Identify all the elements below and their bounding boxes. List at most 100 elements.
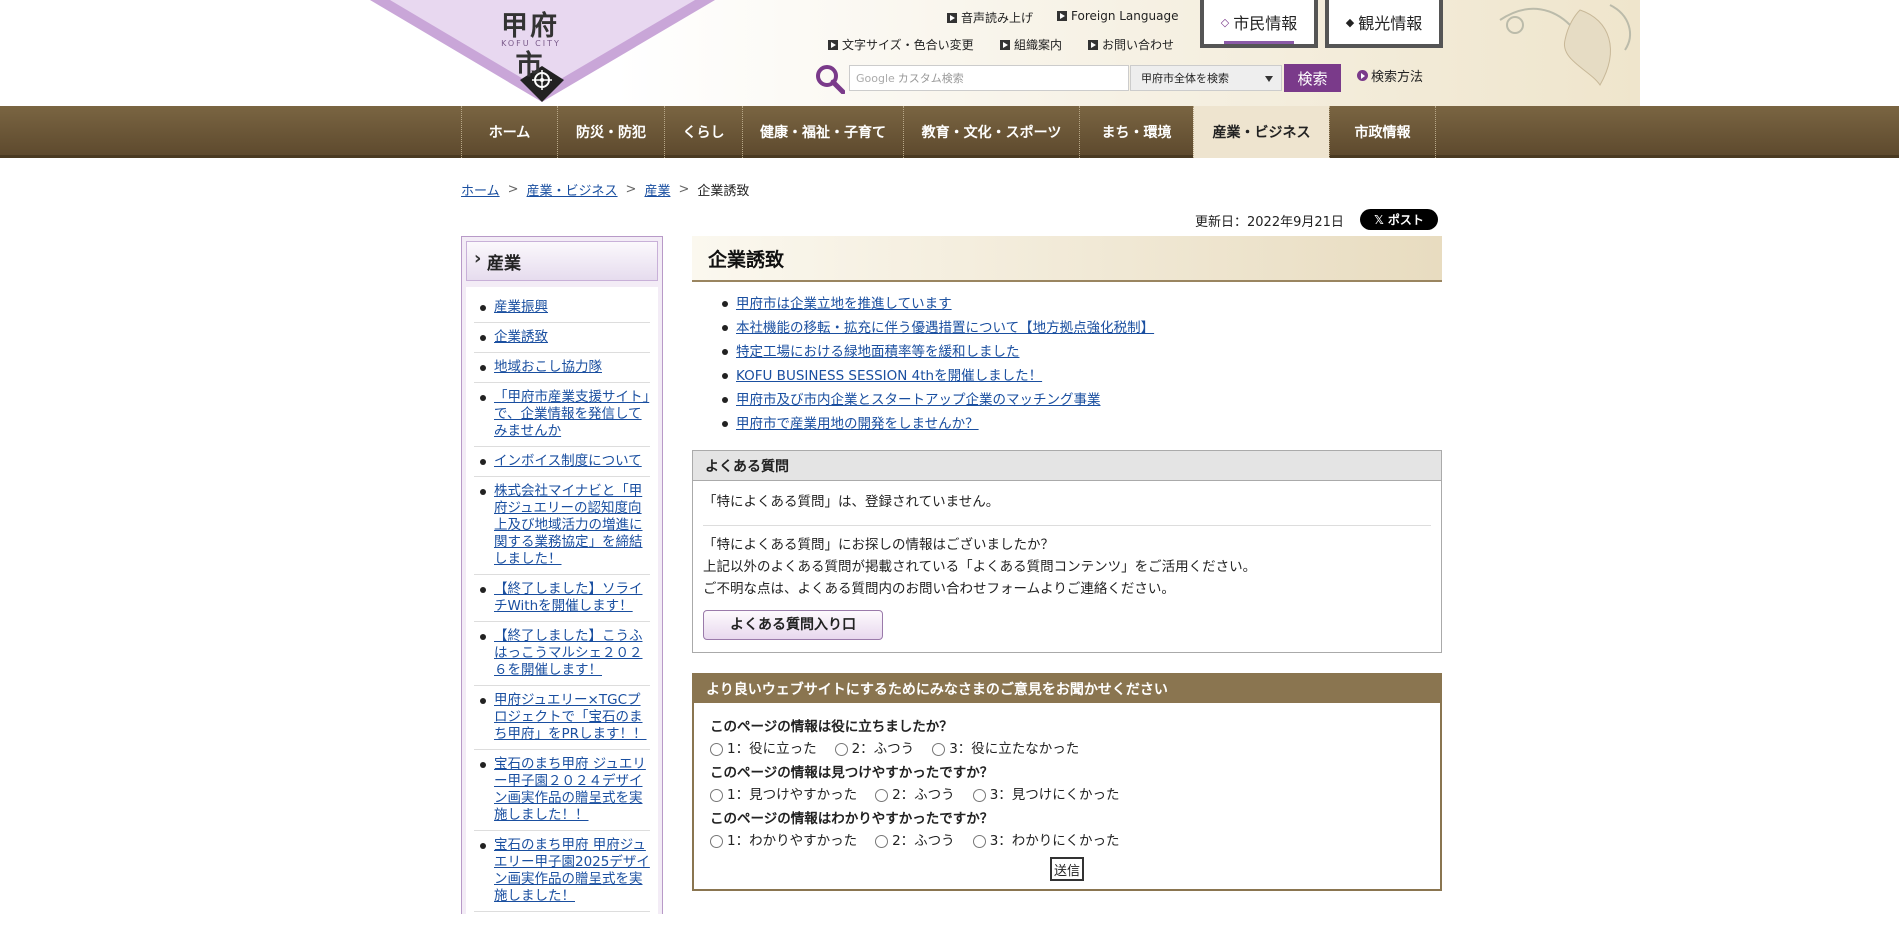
radio-button[interactable] <box>972 834 986 848</box>
submit-button[interactable]: 送信 <box>1050 857 1084 881</box>
sidebar-item: 株式会社マイナビと「甲府ジュエリーの認知度向上及び地域活力の増進に関する業務協定… <box>474 477 650 575</box>
search-scope-select[interactable]: 甲府市全体を検索 <box>1130 65 1282 91</box>
survey-option[interactable]: 3：見つけにくかった <box>972 783 1120 807</box>
radio-button[interactable] <box>834 742 848 756</box>
organization-link[interactable]: 組織案内 <box>1000 36 1062 53</box>
sidebar-link[interactable]: 企業誘致 <box>494 329 548 345</box>
search-icon <box>816 65 845 94</box>
survey-option[interactable]: 2：ふつう <box>875 783 955 807</box>
content-link[interactable]: 特定工場における緑地面積率等を緩和しました <box>736 344 1020 360</box>
survey-question: このページの情報は役に立ちましたか？ <box>710 719 953 735</box>
list-item: 甲府市及び市内企業とスタートアップ企業のマッチング事業 <box>722 388 1442 412</box>
sidebar-item: 宝石のまち甲府 甲府ジュエリー甲子園2025デザイン画実作品の贈呈式を実施しまし… <box>474 831 650 912</box>
content-link[interactable]: KOFU BUSINESS SESSION 4thを開催しました！ <box>736 368 1042 384</box>
radio-button[interactable] <box>875 834 889 848</box>
survey-option[interactable]: 3：役に立たなかった <box>932 737 1079 761</box>
radio-button[interactable] <box>972 788 986 802</box>
sidebar-link[interactable]: 株式会社マイナビと「甲府ジュエリーの認知度向上及び地域活力の増進に関する業務協定… <box>494 483 643 567</box>
sidebar-link[interactable]: 宝石のまち甲府 ジュエリー甲子園２０２４デザイン画実作品の贈呈式を実施しました！… <box>494 756 646 823</box>
nav-disaster-prevention[interactable]: 防災・防犯 <box>557 106 664 158</box>
sidebar-link[interactable]: 【終了しました】こうふはっこうマルシェ２０２６を開催します！ <box>494 628 643 678</box>
nav-living[interactable]: くらし <box>664 106 742 158</box>
content-link[interactable]: 本社機能の移転・拡充に伴う優遇措置について【地方拠点強化税制】 <box>736 320 1154 336</box>
content-link[interactable]: 甲府市及び市内企業とスタートアップ企業のマッチング事業 <box>736 392 1101 408</box>
sidebar-item: 甲府ジュエリー×TGCプロジェクトで「宝石のまち甲府」をPRします！！ <box>474 686 650 750</box>
sidebar-item: 宝石のまち甲府 ジュエリー甲子園２０２４デザイン画実作品の贈呈式を実施しました！… <box>474 750 650 831</box>
tab-citizen-info[interactable]: ◇ 市民情報 <box>1200 0 1318 48</box>
nav-home[interactable]: ホーム <box>461 106 557 158</box>
radio-button[interactable] <box>710 788 723 802</box>
page-title: 企業誘致 <box>692 236 1442 282</box>
sidebar-item: 「甲府市産業支援サイト」で、企業情報を発信してみませんか <box>474 383 650 447</box>
breadcrumb: ホーム > 産業・ビジネス > 産業 > 企業誘致 <box>461 180 749 199</box>
content-link[interactable]: 甲府市は企業立地を推進しています <box>736 296 952 312</box>
survey-question: このページの情報はわかりやすかったですか？ <box>710 811 994 827</box>
nav-education-culture[interactable]: 教育・文化・スポーツ <box>903 106 1079 158</box>
voice-read-link[interactable]: 音声読み上げ <box>947 9 1033 26</box>
radio-button[interactable] <box>710 742 723 756</box>
survey-question: このページの情報は見つけやすかったですか？ <box>710 765 994 781</box>
faq-entrance-button[interactable]: よくある質問入り口 <box>703 610 883 640</box>
faq-heading: よくある質問 <box>693 451 1441 481</box>
survey-option[interactable]: 2：ふつう <box>875 829 955 853</box>
breadcrumb-home[interactable]: ホーム <box>461 180 500 199</box>
decorative-leaf-icon <box>1499 4 1631 86</box>
breadcrumb-industry[interactable]: 産業 <box>644 180 670 199</box>
content-link-list: 甲府市は企業立地を推進しています 本社機能の移転・拡充に伴う優遇措置について【地… <box>692 282 1442 436</box>
sidebar-link[interactable]: 宝石のまち甲府 甲府ジュエリー甲子園2025デザイン画実作品の贈呈式を実施しまし… <box>494 837 650 904</box>
search-help-link[interactable]: 検索方法 <box>1357 66 1423 85</box>
breadcrumb-industry-business[interactable]: 産業・ビジネス <box>527 180 618 199</box>
survey-option[interactable]: 3：わかりにくかった <box>972 829 1120 853</box>
search-input[interactable]: Google カスタム検索 <box>849 65 1129 91</box>
contact-link[interactable]: お問い合わせ <box>1088 36 1174 53</box>
main-content: 企業誘致 甲府市は企業立地を推進しています 本社機能の移転・拡充に伴う優遇措置に… <box>692 236 1442 891</box>
radio-button[interactable] <box>875 788 889 802</box>
search-button[interactable]: 検索 <box>1284 64 1341 92</box>
x-post-button[interactable]: 𝕏 ポスト <box>1360 209 1438 230</box>
nav-town-environment[interactable]: まち・環境 <box>1079 106 1193 158</box>
faq-line: 「特によくある質問」にお探しの情報はございましたか？ <box>703 537 1054 553</box>
survey-heading: より良いウェブサイトにするためにみなさまのご意見をお聞かせください <box>694 675 1440 703</box>
nav-health-welfare[interactable]: 健康・福祉・子育て <box>742 106 903 158</box>
radio-button[interactable] <box>932 742 946 756</box>
radio-button[interactable] <box>710 834 723 848</box>
chevron-right-icon: > <box>507 182 519 197</box>
diamond-icon: ◇ <box>1220 15 1230 29</box>
sidebar-item: 地域おこし協力隊 <box>474 353 650 383</box>
chevron-right-icon: > <box>625 182 637 197</box>
sidebar-title: 産業 <box>466 241 658 281</box>
arrow-icon <box>1088 39 1098 50</box>
sidebar-link[interactable]: 産業振興 <box>494 299 548 315</box>
sidebar-item: 【終了しました】ソライチWithを開催します！ <box>474 575 650 622</box>
sidebar-link[interactable]: インボイス制度について <box>494 453 642 469</box>
sidebar: 産業 産業振興 企業誘致 地域おこし協力隊 「甲府市産業支援サイト」で、企業情報… <box>461 236 663 927</box>
survey-option[interactable]: 1：わかりやすかった <box>710 829 857 853</box>
list-item: 特定工場における緑地面積率等を緩和しました <box>722 340 1442 364</box>
play-icon <box>1357 70 1368 81</box>
updated-date: 更新日：2022年9月21日 <box>1195 215 1344 230</box>
sidebar-item: 企業誘致 <box>474 323 650 353</box>
breadcrumb-current: 企業誘致 <box>697 184 750 199</box>
survey-option[interactable]: 1：見つけやすかった <box>710 783 857 807</box>
sidebar-link[interactable]: 甲府ジュエリー×TGCプロジェクトで「宝石のまち甲府」をPRします！！ <box>494 692 647 742</box>
tab-tourism-info[interactable]: ◆ 観光情報 <box>1325 0 1443 48</box>
sidebar-link[interactable]: 【終了しました】ソライチWithを開催します！ <box>494 581 643 614</box>
sidebar-item: 【終了しました】こうふはっこうマルシェ２０２６を開催します！ <box>474 622 650 686</box>
logo-subtitle: KOFU CITY <box>501 39 561 48</box>
survey-option[interactable]: 1：役に立った <box>710 737 817 761</box>
content-link[interactable]: 甲府市で産業用地の開発をしませんか？ <box>736 416 979 432</box>
sidebar-link[interactable]: 「甲府市産業支援サイト」で、企業情報を発信してみませんか <box>494 389 649 439</box>
chevron-right-icon: > <box>678 182 690 197</box>
nav-city-info[interactable]: 市政情報 <box>1329 106 1436 158</box>
text-size-color-link[interactable]: 文字サイズ・色合い変更 <box>828 36 974 53</box>
faq-line: ご不明な点は、よくある質問内のお問い合わせフォームよりご連絡ください。 <box>703 581 1175 597</box>
survey-option[interactable]: 2：ふつう <box>834 737 914 761</box>
foreign-language-link[interactable]: Foreign Language <box>1057 9 1178 23</box>
sidebar-link[interactable]: 地域おこし協力隊 <box>494 359 602 375</box>
arrow-icon <box>828 39 838 50</box>
sidebar-list: 産業振興 企業誘致 地域おこし協力隊 「甲府市産業支援サイト」で、企業情報を発信… <box>466 287 658 927</box>
list-item: 甲府市で産業用地の開発をしませんか？ <box>722 412 1442 436</box>
sidebar-item: インボイス制度について <box>474 447 650 477</box>
sidebar-item: 産業振興 <box>474 293 650 323</box>
nav-industry-business[interactable]: 産業・ビジネス <box>1193 106 1329 158</box>
